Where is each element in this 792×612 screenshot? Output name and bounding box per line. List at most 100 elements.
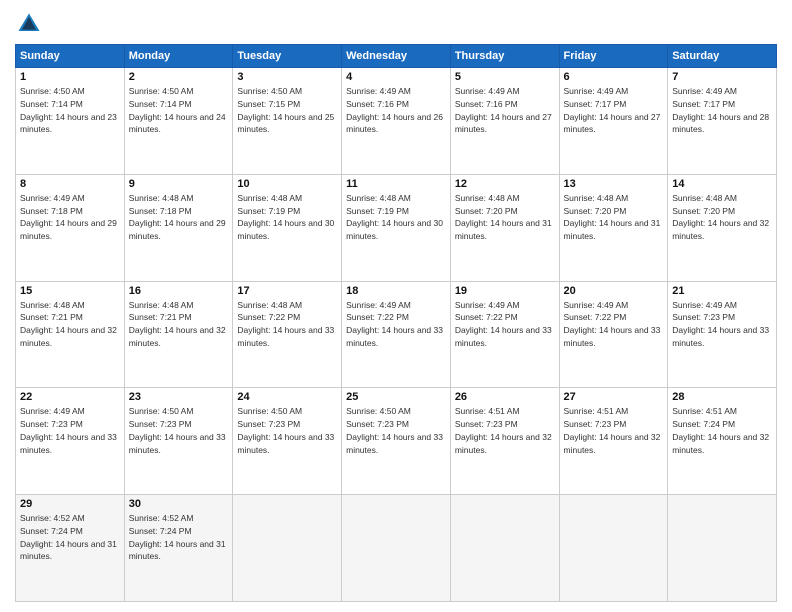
day-info: Sunrise: 4:52 AMSunset: 7:24 PMDaylight:… [129, 512, 229, 563]
day-info: Sunrise: 4:51 AMSunset: 7:24 PMDaylight:… [672, 405, 772, 456]
day-number: 28 [672, 391, 772, 403]
day-info: Sunrise: 4:48 AMSunset: 7:21 PMDaylight:… [129, 299, 229, 350]
week-row-5: 29 Sunrise: 4:52 AMSunset: 7:24 PMDayligh… [16, 495, 777, 602]
day-number: 17 [237, 285, 337, 297]
day-info: Sunrise: 4:48 AMSunset: 7:19 PMDaylight:… [237, 192, 337, 243]
calendar-body: 1 Sunrise: 4:50 AMSunset: 7:14 PMDaylight… [16, 68, 777, 602]
day-cell: 29 Sunrise: 4:52 AMSunset: 7:24 PMDayligh… [16, 495, 125, 602]
day-number: 20 [564, 285, 664, 297]
day-cell: 7Sunrise: 4:49 AMSunset: 7:17 PMDaylight… [668, 68, 777, 175]
day-info: Sunrise: 4:49 AMSunset: 7:16 PMDaylight:… [346, 85, 446, 136]
day-info: Sunrise: 4:49 AMSunset: 7:22 PMDaylight:… [564, 299, 664, 350]
day-info: Sunrise: 4:50 AMSunset: 7:14 PMDaylight:… [20, 85, 120, 136]
day-info: Sunrise: 4:51 AMSunset: 7:23 PMDaylight:… [455, 405, 555, 456]
day-number: 7 [672, 71, 772, 83]
day-number: 25 [346, 391, 446, 403]
day-number: 27 [564, 391, 664, 403]
day-cell [559, 495, 668, 602]
week-row-4: 22Sunrise: 4:49 AMSunset: 7:23 PMDayligh… [16, 388, 777, 495]
logo-icon [15, 10, 43, 38]
day-number: 29 [20, 498, 120, 510]
day-info: Sunrise: 4:50 AMSunset: 7:14 PMDaylight:… [129, 85, 229, 136]
header [15, 10, 777, 38]
day-cell: 21 Sunrise: 4:49 AMSunset: 7:23 PMDayligh… [668, 281, 777, 388]
calendar-header: SundayMondayTuesdayWednesdayThursdayFrid… [16, 45, 777, 68]
week-row-3: 15 Sunrise: 4:48 AMSunset: 7:21 PMDayligh… [16, 281, 777, 388]
day-cell: 27Sunrise: 4:51 AMSunset: 7:23 PMDayligh… [559, 388, 668, 495]
day-info: Sunrise: 4:49 AMSunset: 7:23 PMDaylight:… [672, 299, 772, 350]
day-info: Sunrise: 4:52 AMSunset: 7:24 PMDaylight:… [20, 512, 120, 563]
day-number: 3 [237, 71, 337, 83]
day-number: 2 [129, 71, 229, 83]
day-cell: 17 Sunrise: 4:48 AMSunset: 7:22 PMDayligh… [233, 281, 342, 388]
day-info: Sunrise: 4:48 AMSunset: 7:18 PMDaylight:… [129, 192, 229, 243]
day-info: Sunrise: 4:48 AMSunset: 7:22 PMDaylight:… [237, 299, 337, 350]
day-info: Sunrise: 4:49 AMSunset: 7:23 PMDaylight:… [20, 405, 120, 456]
day-header-friday: Friday [559, 45, 668, 68]
day-number: 19 [455, 285, 555, 297]
day-number: 21 [672, 285, 772, 297]
day-cell: 26 Sunrise: 4:51 AMSunset: 7:23 PMDayligh… [450, 388, 559, 495]
day-number: 4 [346, 71, 446, 83]
day-info: Sunrise: 4:49 AMSunset: 7:22 PMDaylight:… [346, 299, 446, 350]
day-info: Sunrise: 4:49 AMSunset: 7:16 PMDaylight:… [455, 85, 555, 136]
day-info: Sunrise: 4:50 AMSunset: 7:23 PMDaylight:… [237, 405, 337, 456]
logo [15, 10, 47, 38]
day-number: 15 [20, 285, 120, 297]
day-number: 5 [455, 71, 555, 83]
day-info: Sunrise: 4:48 AMSunset: 7:20 PMDaylight:… [564, 192, 664, 243]
day-number: 30 [129, 498, 229, 510]
day-number: 11 [346, 178, 446, 190]
day-number: 14 [672, 178, 772, 190]
week-row-2: 8 Sunrise: 4:49 AMSunset: 7:18 PMDaylight… [16, 174, 777, 281]
day-header-tuesday: Tuesday [233, 45, 342, 68]
day-cell: 15 Sunrise: 4:48 AMSunset: 7:21 PMDayligh… [16, 281, 125, 388]
day-info: Sunrise: 4:49 AMSunset: 7:17 PMDaylight:… [564, 85, 664, 136]
day-cell: 23Sunrise: 4:50 AMSunset: 7:23 PMDayligh… [124, 388, 233, 495]
day-info: Sunrise: 4:48 AMSunset: 7:21 PMDaylight:… [20, 299, 120, 350]
day-number: 1 [20, 71, 120, 83]
day-cell: 18Sunrise: 4:49 AMSunset: 7:22 PMDayligh… [342, 281, 451, 388]
day-cell: 4 Sunrise: 4:49 AMSunset: 7:16 PMDaylight… [342, 68, 451, 175]
day-info: Sunrise: 4:48 AMSunset: 7:19 PMDaylight:… [346, 192, 446, 243]
day-number: 10 [237, 178, 337, 190]
day-cell: 9 Sunrise: 4:48 AMSunset: 7:18 PMDaylight… [124, 174, 233, 281]
day-cell [342, 495, 451, 602]
day-cell: 1 Sunrise: 4:50 AMSunset: 7:14 PMDaylight… [16, 68, 125, 175]
week-row-1: 1 Sunrise: 4:50 AMSunset: 7:14 PMDaylight… [16, 68, 777, 175]
day-cell: 28 Sunrise: 4:51 AMSunset: 7:24 PMDayligh… [668, 388, 777, 495]
day-cell: 12 Sunrise: 4:48 AMSunset: 7:20 PMDayligh… [450, 174, 559, 281]
day-cell: 13 Sunrise: 4:48 AMSunset: 7:20 PMDayligh… [559, 174, 668, 281]
day-cell: 10 Sunrise: 4:48 AMSunset: 7:19 PMDayligh… [233, 174, 342, 281]
day-number: 9 [129, 178, 229, 190]
day-cell: 24 Sunrise: 4:50 AMSunset: 7:23 PMDayligh… [233, 388, 342, 495]
day-info: Sunrise: 4:49 AMSunset: 7:18 PMDaylight:… [20, 192, 120, 243]
day-number: 12 [455, 178, 555, 190]
day-cell [233, 495, 342, 602]
day-header-sunday: Sunday [16, 45, 125, 68]
day-cell: 14 Sunrise: 4:48 AMSunset: 7:20 PMDayligh… [668, 174, 777, 281]
day-cell: 22Sunrise: 4:49 AMSunset: 7:23 PMDayligh… [16, 388, 125, 495]
day-cell: 6 Sunrise: 4:49 AMSunset: 7:17 PMDaylight… [559, 68, 668, 175]
calendar-table: SundayMondayTuesdayWednesdayThursdayFrid… [15, 44, 777, 602]
day-cell [450, 495, 559, 602]
day-header-wednesday: Wednesday [342, 45, 451, 68]
day-info: Sunrise: 4:49 AMSunset: 7:22 PMDaylight:… [455, 299, 555, 350]
day-number: 26 [455, 391, 555, 403]
header-row: SundayMondayTuesdayWednesdayThursdayFrid… [16, 45, 777, 68]
day-number: 23 [129, 391, 229, 403]
day-cell: 8 Sunrise: 4:49 AMSunset: 7:18 PMDaylight… [16, 174, 125, 281]
day-header-saturday: Saturday [668, 45, 777, 68]
day-number: 6 [564, 71, 664, 83]
day-number: 8 [20, 178, 120, 190]
day-number: 13 [564, 178, 664, 190]
day-cell: 11 Sunrise: 4:48 AMSunset: 7:19 PMDayligh… [342, 174, 451, 281]
day-number: 24 [237, 391, 337, 403]
day-info: Sunrise: 4:48 AMSunset: 7:20 PMDaylight:… [672, 192, 772, 243]
day-cell: 2 Sunrise: 4:50 AMSunset: 7:14 PMDaylight… [124, 68, 233, 175]
day-info: Sunrise: 4:48 AMSunset: 7:20 PMDaylight:… [455, 192, 555, 243]
day-info: Sunrise: 4:50 AMSunset: 7:15 PMDaylight:… [237, 85, 337, 136]
day-cell: 25Sunrise: 4:50 AMSunset: 7:23 PMDayligh… [342, 388, 451, 495]
day-cell: 3 Sunrise: 4:50 AMSunset: 7:15 PMDaylight… [233, 68, 342, 175]
day-header-thursday: Thursday [450, 45, 559, 68]
